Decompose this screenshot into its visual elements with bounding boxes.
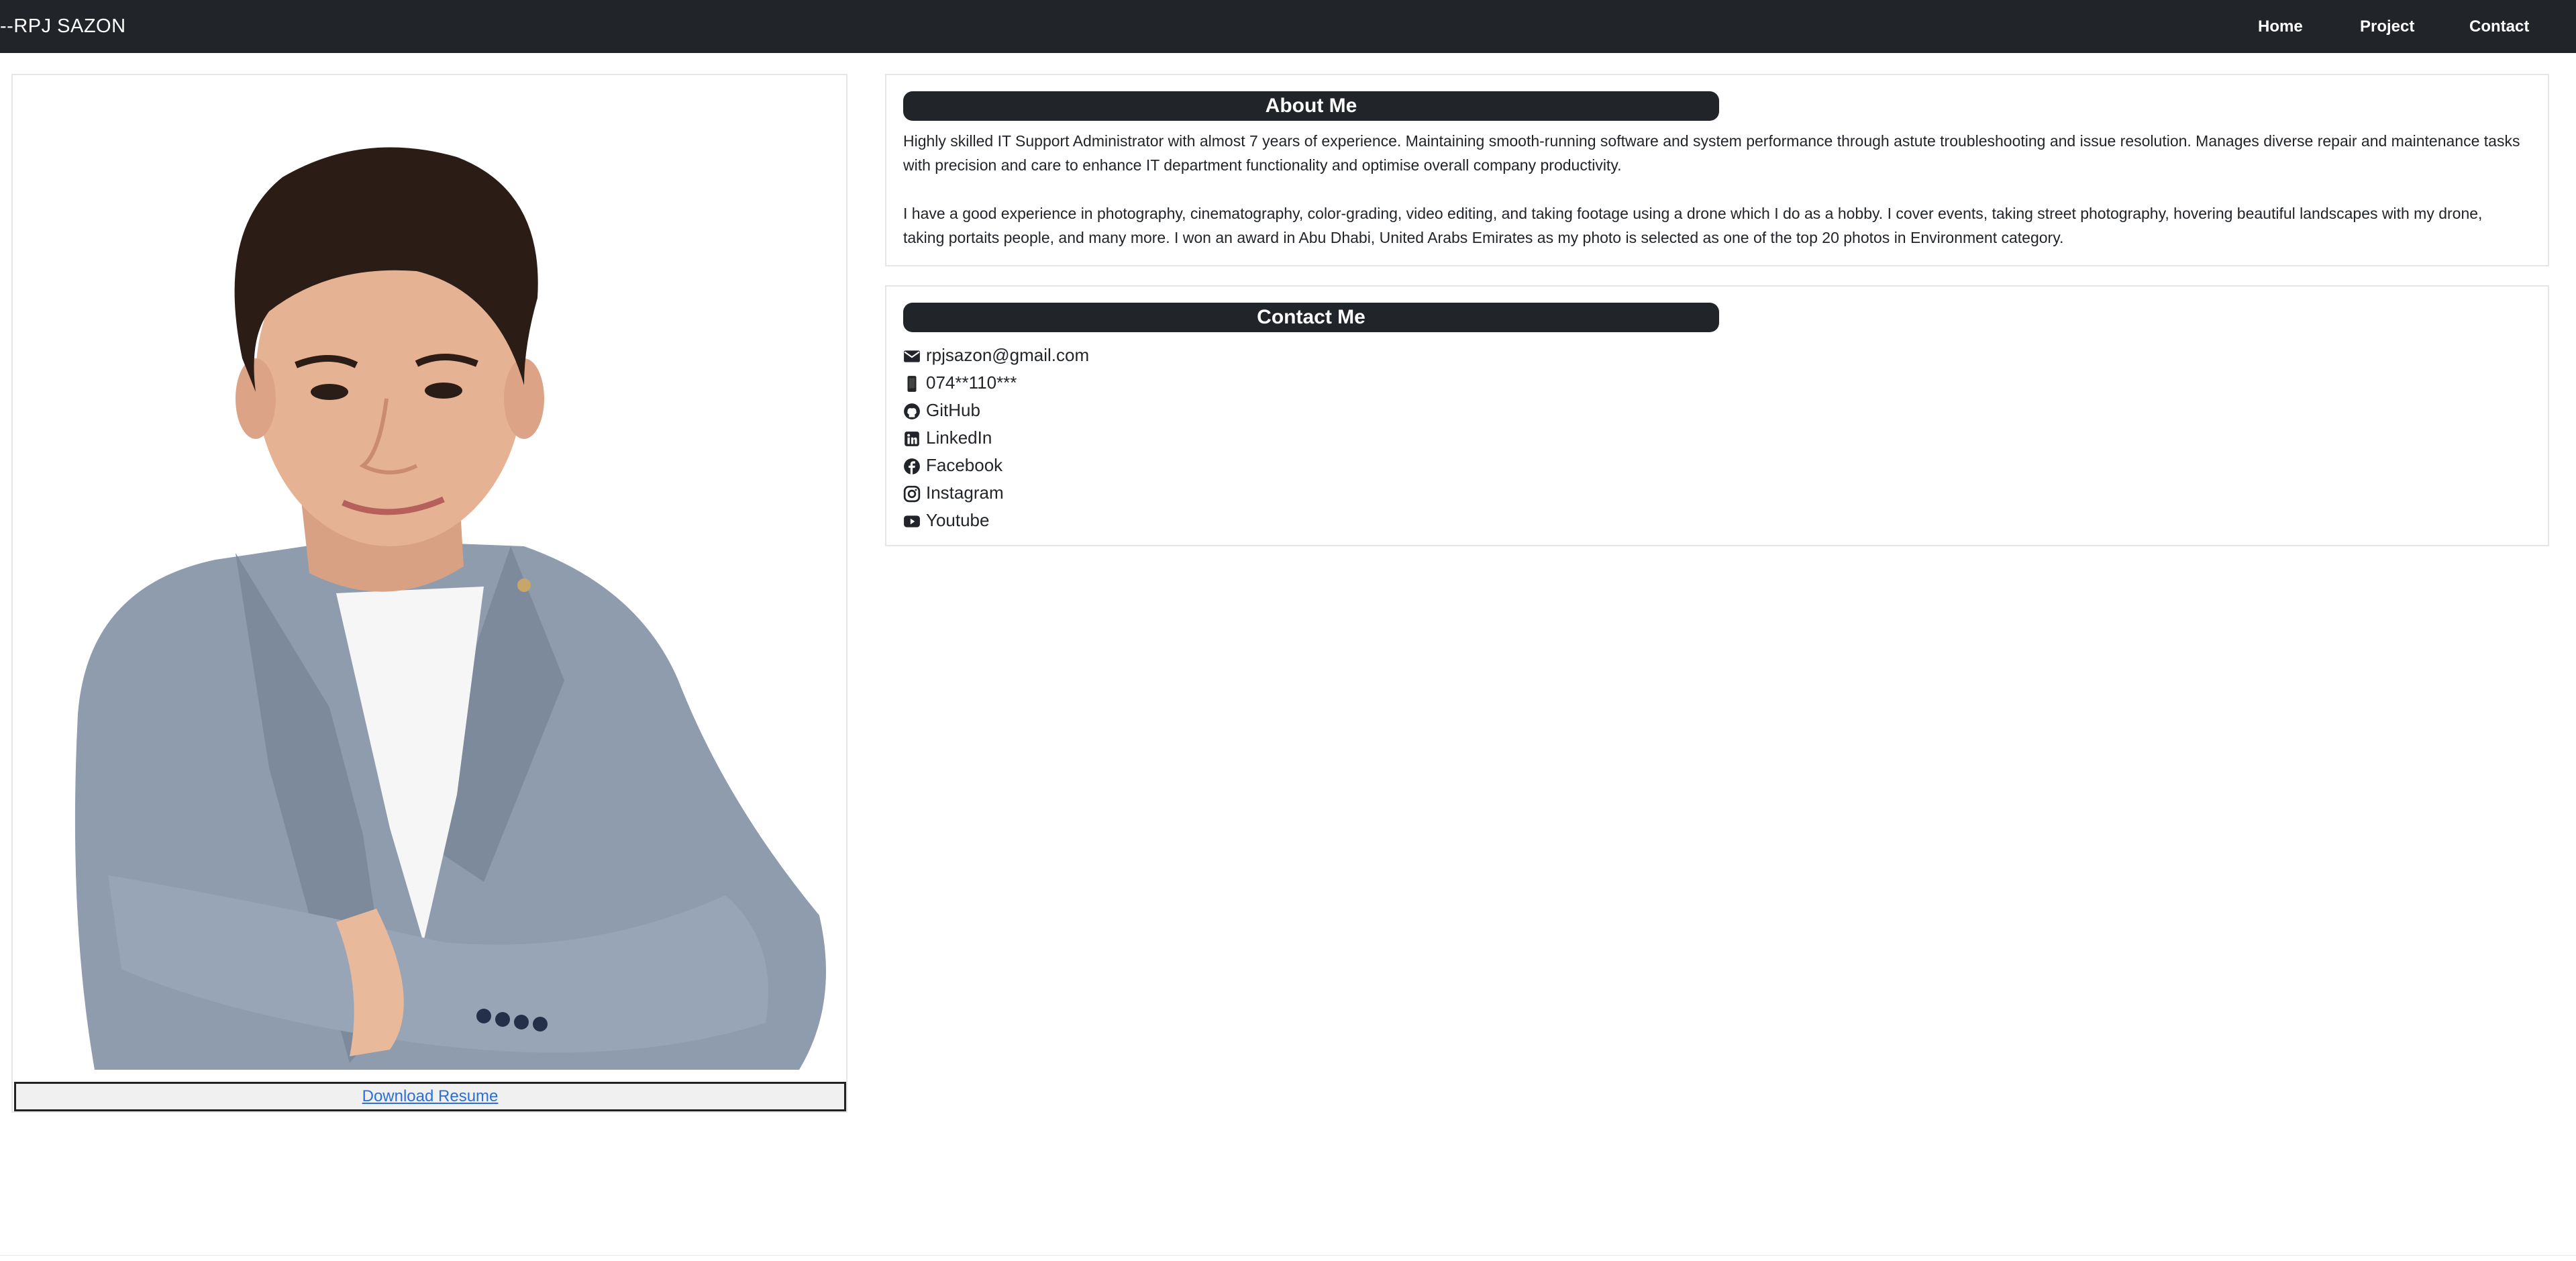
facebook-icon	[903, 458, 921, 475]
contact-facebook[interactable]: Facebook	[903, 452, 1089, 479]
top-navbar: --RPJ SAZON Home Project Contact	[0, 0, 2576, 53]
contact-phone[interactable]: 074**110***	[903, 369, 1089, 397]
profile-photo	[14, 77, 846, 1070]
portrait-illustration	[74, 147, 827, 1070]
contact-instagram[interactable]: Instagram	[903, 479, 1089, 507]
contact-youtube[interactable]: Youtube	[903, 507, 1089, 534]
nav-contact[interactable]: Contact	[2469, 0, 2529, 53]
about-paragraph-1: Highly skilled IT Support Administrator …	[903, 132, 2520, 174]
contact-github-label: GitHub	[926, 400, 980, 420]
about-title: About Me	[903, 91, 1719, 121]
footer-divider	[0, 1255, 2576, 1256]
contact-phone-label: 074**110***	[926, 372, 1017, 393]
github-icon	[903, 403, 921, 420]
brand-logo[interactable]: --RPJ SAZON	[0, 0, 126, 53]
nav-home[interactable]: Home	[2258, 0, 2303, 53]
youtube-icon	[903, 513, 921, 530]
download-resume-link[interactable]: Download Resume	[362, 1087, 499, 1105]
profile-card: Download Resume	[11, 74, 847, 1113]
contact-linkedin-label: LinkedIn	[926, 427, 992, 448]
contact-youtube-label: Youtube	[926, 510, 990, 530]
envelope-icon	[903, 348, 921, 365]
about-paragraph-2: I have a good experience in photography,…	[903, 205, 2483, 246]
download-resume-bar: Download Resume	[14, 1082, 846, 1111]
contact-linkedin[interactable]: LinkedIn	[903, 424, 1089, 452]
phone-icon	[903, 375, 921, 393]
contact-email-label: rpjsazon@gmail.com	[926, 345, 1090, 365]
nav-project[interactable]: Project	[2360, 0, 2414, 53]
contact-github[interactable]: GitHub	[903, 397, 1089, 424]
contact-facebook-label: Facebook	[926, 455, 1003, 475]
contact-list: rpjsazon@gmail.com 074**110*** GitHub Li…	[903, 342, 1089, 534]
contact-card: Contact Me rpjsazon@gmail.com 074**110**…	[885, 285, 2549, 546]
contact-email[interactable]: rpjsazon@gmail.com	[903, 342, 1089, 369]
about-card: About Me Highly skilled IT Support Admin…	[885, 74, 2549, 266]
linkedin-icon	[903, 430, 921, 448]
contact-instagram-label: Instagram	[926, 483, 1004, 503]
contact-title: Contact Me	[903, 303, 1719, 332]
instagram-icon	[903, 485, 921, 503]
